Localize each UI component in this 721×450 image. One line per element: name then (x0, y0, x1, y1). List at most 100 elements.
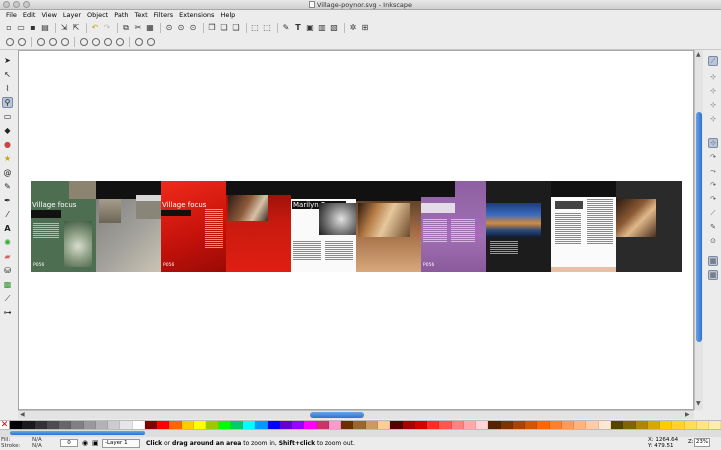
color-swatch[interactable] (463, 421, 477, 429)
page-7[interactable]: P056 (421, 181, 486, 272)
eraser-tool-icon[interactable]: ▰ (2, 251, 13, 262)
color-swatch[interactable] (46, 421, 60, 429)
snap-path-icon[interactable]: ↷ (708, 152, 718, 162)
menu-path[interactable]: Path (111, 10, 131, 20)
ungroup-icon[interactable]: ⬚ (262, 23, 272, 33)
menu-filters[interactable]: Filters (151, 10, 176, 20)
color-swatch[interactable] (71, 421, 84, 429)
zoom-1-2-icon[interactable] (49, 38, 57, 46)
color-swatch[interactable] (169, 421, 182, 429)
color-swatch[interactable] (255, 421, 268, 429)
color-swatch[interactable] (34, 421, 47, 429)
symbols-icon[interactable]: ⊞ (360, 23, 370, 33)
scroll-right-icon[interactable]: ▶ (685, 411, 690, 418)
print-icon[interactable]: ▤ (40, 23, 50, 33)
color-swatch[interactable] (561, 421, 575, 429)
preferences-icon[interactable]: ✲ (348, 23, 358, 33)
snap-bbox-corner-icon[interactable]: ⊹ (708, 100, 718, 110)
scroll-left-icon[interactable]: ◀ (20, 411, 25, 418)
color-swatch[interactable] (451, 421, 464, 429)
color-swatch[interactable] (696, 421, 710, 429)
xml-editor-icon[interactable]: ▣ (305, 23, 315, 33)
zoom-page-icon[interactable]: ⊙ (188, 23, 198, 33)
color-swatch[interactable] (488, 421, 501, 429)
page-5[interactable]: Marilyn Poynor (291, 181, 356, 272)
undo-icon[interactable]: ↶ (90, 23, 100, 33)
color-swatch[interactable] (328, 421, 342, 429)
color-swatch[interactable] (365, 421, 378, 429)
menu-view[interactable]: View (38, 10, 59, 20)
3d-box-tool-icon[interactable]: ◆ (2, 125, 13, 136)
paste-icon[interactable]: ▦ (145, 23, 155, 33)
color-swatch[interactable] (390, 421, 403, 429)
page-10[interactable] (616, 181, 682, 272)
color-swatch[interactable] (647, 421, 661, 429)
snap-bbox-midpoint-icon[interactable]: ⊹ (708, 114, 718, 124)
menu-layer[interactable]: Layer (60, 10, 84, 20)
text-font-icon[interactable]: T (293, 23, 303, 33)
connector-tool-icon[interactable]: ⊶ (2, 307, 13, 318)
zoom-field[interactable]: 23% (694, 438, 710, 447)
zoom-next-icon[interactable] (147, 38, 155, 46)
layer-visibility-icon[interactable]: ◉ (82, 439, 88, 447)
snap-page-border-icon[interactable] (708, 242, 718, 252)
pencil-tool-icon[interactable]: ✎ (2, 181, 13, 192)
menu-object[interactable]: Object (84, 10, 111, 20)
dropper-tool-icon[interactable]: ⟋ (2, 293, 13, 304)
menu-help[interactable]: Help (217, 10, 238, 20)
snap-object-center-icon[interactable]: ✎ (708, 222, 718, 232)
ellipse-tool-icon[interactable]: ● (2, 139, 13, 150)
copy-icon[interactable]: ⧉ (121, 23, 131, 33)
page-6[interactable] (356, 181, 421, 272)
drawing-canvas[interactable]: Village focus P056 Village focus P056 Ma… (18, 50, 694, 410)
color-swatch[interactable] (193, 421, 207, 429)
color-swatch[interactable] (672, 421, 685, 429)
color-swatch[interactable] (304, 421, 317, 429)
snap-toggle-icon[interactable]: ⟋ (708, 56, 718, 66)
page-2[interactable] (96, 181, 161, 272)
snap-cusp-nodes-icon[interactable]: ↷ (708, 180, 718, 190)
color-swatch[interactable] (709, 421, 721, 429)
calligraphy-tool-icon[interactable]: ⁄ (2, 209, 13, 220)
color-swatch[interactable] (660, 421, 673, 429)
color-swatch[interactable] (108, 421, 121, 429)
color-swatch[interactable] (377, 421, 391, 429)
import-icon[interactable]: ⇲ (59, 23, 69, 33)
color-swatch[interactable] (230, 421, 244, 429)
paint-bucket-tool-icon[interactable]: ⛁ (2, 265, 13, 276)
snap-smooth-nodes-icon[interactable]: ↷ (708, 194, 718, 204)
color-swatch[interactable] (279, 421, 293, 429)
vertical-scroll-thumb[interactable] (696, 112, 702, 342)
node-tool-icon[interactable]: ↖ (2, 69, 13, 80)
color-swatch[interactable] (684, 421, 697, 429)
vertical-scrollbar[interactable]: ▲ ▼ (694, 50, 703, 410)
zoom-selection-fit-icon[interactable] (80, 38, 88, 46)
color-swatch[interactable] (549, 421, 562, 429)
snap-bbox-edge-icon[interactable]: ⊹ (708, 86, 718, 96)
menu-edit[interactable]: Edit (20, 10, 39, 20)
page-4[interactable] (226, 181, 291, 272)
star-tool-icon[interactable]: ★ (2, 153, 13, 164)
palette-scrollbar[interactable] (0, 430, 721, 437)
opacity-field[interactable]: 0 (60, 439, 78, 447)
color-swatch[interactable] (83, 421, 96, 429)
snap-bbox-icon[interactable]: ⊹ (708, 72, 718, 82)
zoom-page-fit-icon[interactable] (104, 38, 112, 46)
zoom-out-icon[interactable] (18, 38, 26, 46)
zoom-page-width-icon[interactable] (116, 38, 124, 46)
zoom-drawing-icon[interactable]: ⊙ (176, 23, 186, 33)
gradient-tool-icon[interactable]: ▩ (2, 279, 13, 290)
color-swatch[interactable] (181, 421, 194, 429)
menu-file[interactable]: File (3, 10, 20, 20)
color-swatch[interactable] (537, 421, 550, 429)
color-swatch[interactable] (402, 421, 415, 429)
snap-midpoint-icon[interactable]: ⟋ (708, 208, 718, 218)
zoom-1-1-icon[interactable] (37, 38, 45, 46)
tweak-tool-icon[interactable]: ⌇ (2, 83, 13, 94)
align-distribute-icon[interactable]: ▥ (317, 23, 327, 33)
color-swatch[interactable] (292, 421, 305, 429)
horizontal-scrollbar[interactable]: ◀ ▶ (18, 410, 694, 419)
selector-tool-icon[interactable]: ➤ (2, 55, 13, 66)
menu-extensions[interactable]: Extensions (176, 10, 217, 20)
redo-icon[interactable]: ↷ (102, 23, 112, 33)
